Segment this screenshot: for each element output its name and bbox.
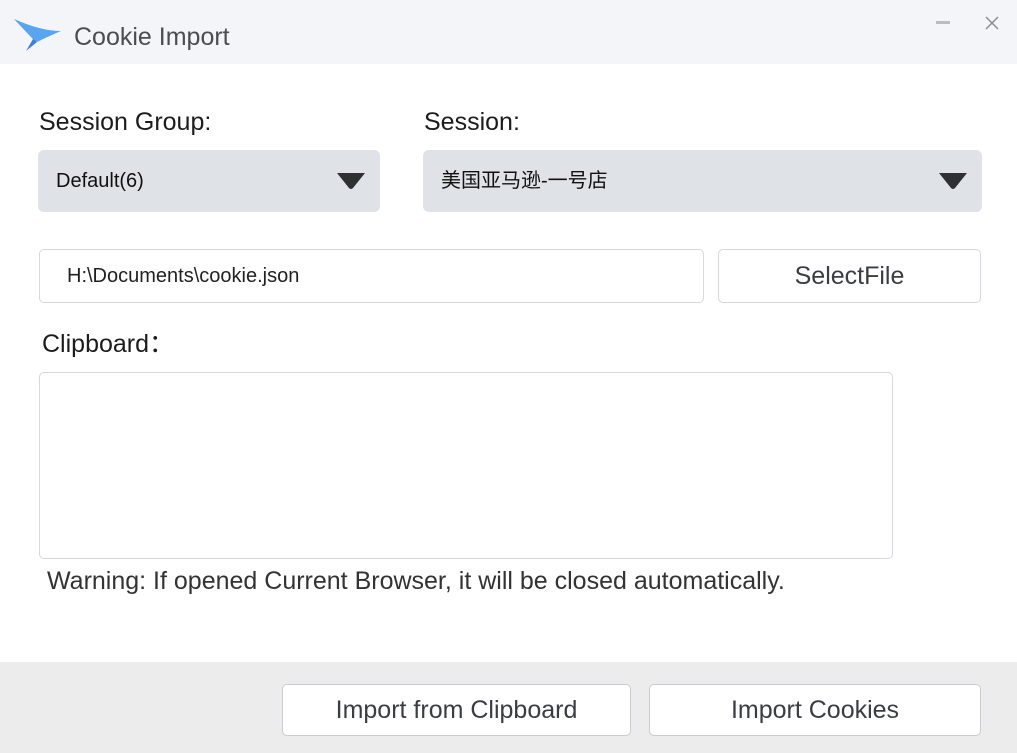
close-button[interactable] [977,8,1007,38]
session-label: Session: [424,108,520,136]
session-group-select[interactable]: Default(6) [38,150,380,212]
clipboard-textarea[interactable] [39,372,893,559]
session-select[interactable]: 美国亚马逊-一号店 [423,150,982,212]
close-icon [985,16,999,30]
minimize-icon [936,21,950,24]
select-file-button[interactable]: SelectFile [718,249,981,303]
clipboard-label: Clipboard： [42,330,175,358]
bird-logo-icon [14,19,61,51]
cookie-import-window: Cookie Import Session Group: Default(6) … [0,0,1017,753]
warning-text: Warning: If opened Current Browser, it w… [47,567,785,595]
window-title: Cookie Import [74,23,230,51]
triangle-down-icon [939,173,967,189]
title-bar: Cookie Import [0,0,1017,64]
triangle-down-icon [337,173,365,189]
import-from-clipboard-button[interactable]: Import from Clipboard [282,684,631,736]
minimize-button[interactable] [928,8,958,38]
file-path-input[interactable] [39,249,704,303]
import-cookies-button[interactable]: Import Cookies [649,684,981,736]
session-group-label: Session Group: [39,108,212,136]
session-group-value: Default(6) [56,170,144,192]
session-value: 美国亚马逊-一号店 [441,170,608,192]
